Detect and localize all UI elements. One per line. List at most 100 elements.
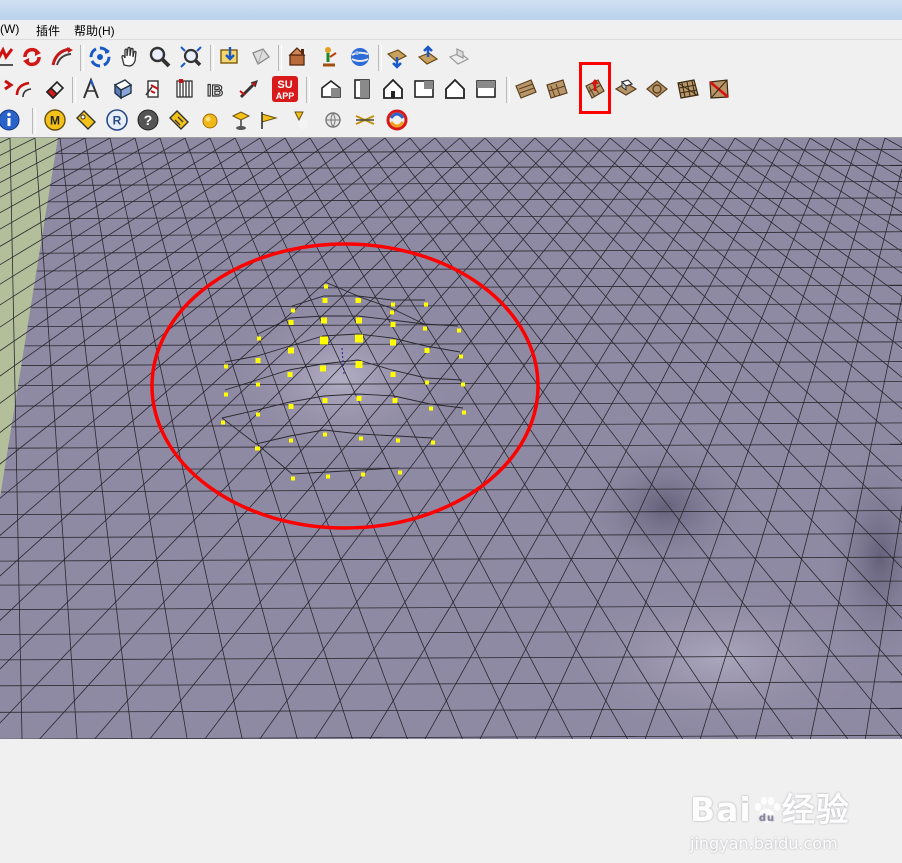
selected-vertex [359, 436, 363, 441]
get-current-view-icon[interactable] [384, 44, 410, 70]
selected-vertex [291, 308, 295, 313]
follow-me-icon[interactable] [49, 44, 75, 70]
selected-vertex [355, 298, 361, 303]
selected-vertex [356, 317, 362, 324]
tag-plugin-icon[interactable] [73, 107, 99, 133]
component-share-icon[interactable] [285, 44, 311, 70]
selected-vertex [324, 284, 328, 289]
toolbar-separator [278, 45, 282, 71]
paint-bucket-icon[interactable] [236, 76, 262, 102]
window-title-strip [0, 0, 902, 20]
watermark-brand-text: Bai [690, 790, 752, 829]
render-swirl-icon[interactable] [384, 107, 410, 133]
selected-vertex [256, 446, 260, 451]
get-models-icon[interactable] [217, 44, 243, 70]
selected-vertex [256, 382, 260, 387]
toolbar-separator [210, 45, 214, 71]
selected-vertex [288, 404, 294, 409]
sphere-icon[interactable] [197, 107, 223, 133]
m-plugin-icon[interactable]: M [42, 107, 68, 133]
selected-vertex [423, 326, 427, 331]
eraser-icon[interactable] [42, 76, 68, 102]
selected-vertex [322, 398, 328, 403]
selected-vertex [221, 420, 225, 425]
selected-vertex [431, 440, 435, 445]
selected-vertex [392, 398, 398, 403]
house-outline-icon[interactable] [442, 76, 468, 102]
flag-light-icon[interactable] [257, 107, 283, 133]
selected-vertex [257, 336, 261, 341]
sun-light-icon[interactable] [228, 107, 254, 133]
selected-vertex [255, 358, 261, 363]
sandbox-stamp-icon[interactable] [613, 76, 639, 102]
selected-vertex [326, 474, 330, 479]
selected-vertex [291, 476, 295, 481]
iso-view-icon[interactable] [318, 76, 344, 102]
menu-item-help[interactable]: 帮助(H) [74, 22, 115, 39]
selected-vertex [390, 310, 394, 315]
selected-vertex [429, 406, 433, 411]
selected-vertex [390, 322, 396, 327]
offset-icon[interactable] [10, 76, 36, 102]
menu-item-plugins[interactable]: 插件 [36, 22, 60, 39]
sandbox-flip-edge-icon[interactable] [706, 76, 732, 102]
text-icon[interactable] [172, 76, 198, 102]
selected-vertex [288, 320, 294, 325]
front-door-view-icon[interactable] [349, 76, 375, 102]
selected-vertex [396, 438, 400, 443]
lamp-light-icon[interactable] [288, 107, 314, 133]
back-view-icon[interactable] [473, 76, 499, 102]
su-app-label-top: SU [277, 79, 292, 91]
selected-vertex [320, 336, 328, 345]
extension-icon[interactable] [316, 44, 342, 70]
sandbox-smoove-icon[interactable] [582, 76, 608, 102]
protractor-icon[interactable] [141, 76, 167, 102]
su-app-icon[interactable]: SU APP [271, 75, 299, 103]
crossed-lines-icon[interactable] [352, 107, 378, 133]
model-viewport[interactable]: Bai du 经验 jingyan.baidu.com [0, 138, 902, 853]
selected-vertex [320, 365, 326, 372]
selected-vertex [461, 382, 465, 387]
google-earth-icon[interactable] [347, 44, 373, 70]
zoom-icon[interactable] [147, 44, 173, 70]
selected-vertex [355, 361, 363, 368]
sandbox-scratch-icon[interactable] [544, 76, 570, 102]
toggle-terrain-icon[interactable] [415, 44, 441, 70]
toolbar-separator [506, 77, 510, 103]
toolbar-plugins: M R ? [0, 104, 902, 138]
rotate-icon[interactable] [19, 44, 45, 70]
orbit-icon[interactable] [87, 44, 113, 70]
selected-vertex [256, 412, 260, 417]
selected-vertex [462, 410, 466, 415]
toolbar-separator [306, 77, 310, 103]
selected-vertex [390, 372, 396, 377]
freehand-icon[interactable] [0, 44, 18, 70]
3d-text-icon[interactable]: lB [203, 76, 229, 102]
share-model-icon[interactable] [248, 44, 274, 70]
selected-vertex [425, 380, 429, 385]
top-view-icon[interactable] [411, 76, 437, 102]
house-front-view-icon[interactable] [380, 76, 406, 102]
tag-plugin-2-icon[interactable] [166, 107, 192, 133]
sandbox-drape-icon[interactable] [644, 76, 670, 102]
menu-item-window[interactable]: (W) [0, 22, 19, 36]
toolbar-tools: lB SU APP [0, 73, 902, 107]
selected-vertex [224, 392, 228, 397]
toolbar-separator [72, 77, 76, 103]
sandbox-add-detail-icon[interactable] [675, 76, 701, 102]
selected-vertex [424, 348, 430, 353]
info-icon[interactable] [0, 107, 22, 133]
baidu-paw-icon: du [754, 797, 780, 824]
menu-bar: (W) 插件 帮助(H) [0, 20, 902, 40]
globe-light-icon[interactable] [320, 107, 346, 133]
dimension-icon[interactable] [110, 76, 136, 102]
zoom-extents-icon[interactable] [178, 44, 204, 70]
place-model-icon[interactable] [446, 44, 472, 70]
pan-hand-icon[interactable] [117, 44, 143, 70]
tape-measure-icon[interactable] [78, 76, 104, 102]
sandbox-contours-icon[interactable] [513, 76, 539, 102]
help-icon[interactable]: ? [135, 107, 161, 133]
toolbar-camera [0, 40, 902, 74]
r-plugin-icon[interactable]: R [104, 107, 130, 133]
selected-vertex [288, 347, 294, 354]
